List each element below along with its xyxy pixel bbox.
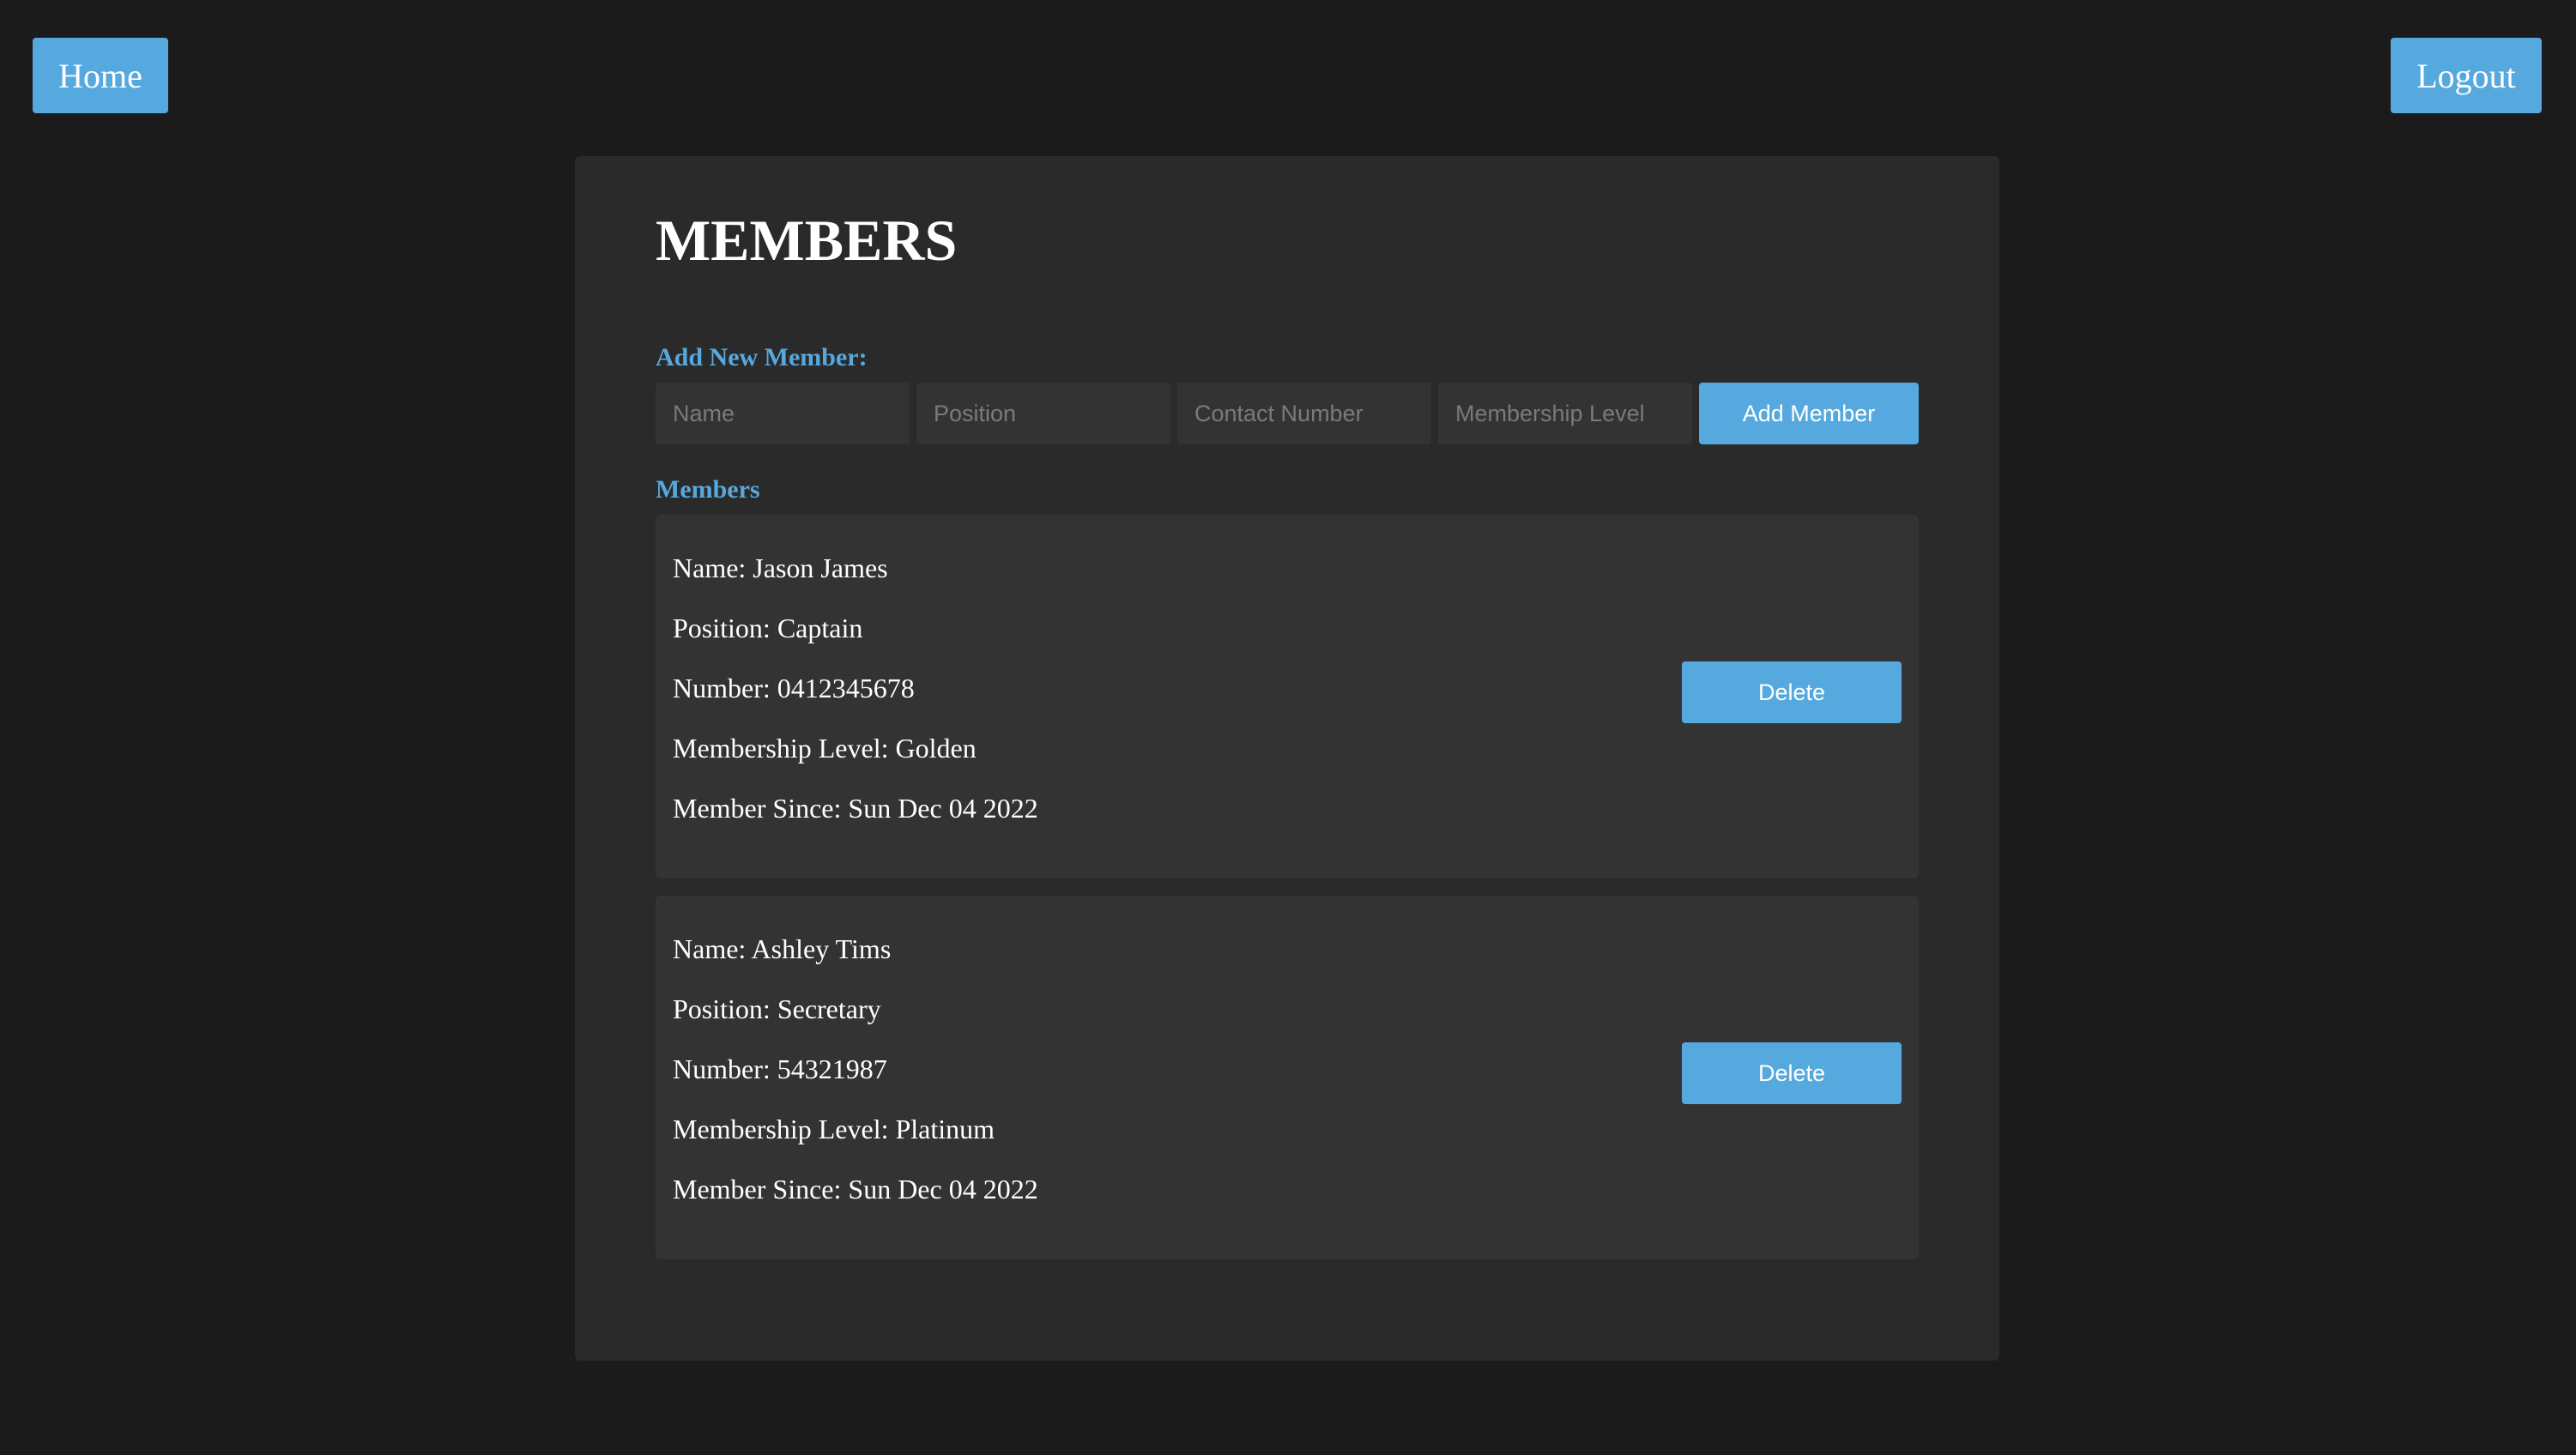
- member-card: Name: Jason James Position: Captain Numb…: [656, 515, 1919, 878]
- position-input[interactable]: [916, 383, 1170, 444]
- member-level: Membership Level: Platinum: [673, 1114, 995, 1144]
- members-panel: MEMBERS Add New Member: Add Member Membe…: [575, 156, 1999, 1361]
- add-member-button[interactable]: Add Member: [1699, 383, 1919, 444]
- member-name: Name: Ashley Tims: [673, 933, 892, 964]
- add-member-form: Add Member: [656, 383, 1919, 444]
- member-card: Name: Ashley Tims Position: Secretary Nu…: [656, 896, 1919, 1259]
- membership-level-input[interactable]: [1438, 383, 1692, 444]
- delete-member-button[interactable]: Delete: [1682, 661, 1902, 723]
- member-since: Member Since: Sun Dec 04 2022: [673, 1174, 1038, 1204]
- logout-button[interactable]: Logout: [2391, 38, 2542, 113]
- contact-number-input[interactable]: [1177, 383, 1431, 444]
- delete-member-button[interactable]: Delete: [1682, 1042, 1902, 1104]
- name-input[interactable]: [656, 383, 910, 444]
- page-title: MEMBERS: [656, 208, 958, 273]
- member-position: Position: Captain: [673, 613, 863, 643]
- member-since: Member Since: Sun Dec 04 2022: [673, 793, 1038, 824]
- home-button[interactable]: Home: [33, 38, 168, 113]
- member-name: Name: Jason James: [673, 552, 888, 583]
- member-position: Position: Secretary: [673, 993, 881, 1024]
- add-member-heading: Add New Member:: [656, 343, 868, 371]
- member-level: Membership Level: Golden: [673, 733, 977, 764]
- members-list-heading: Members: [656, 475, 760, 504]
